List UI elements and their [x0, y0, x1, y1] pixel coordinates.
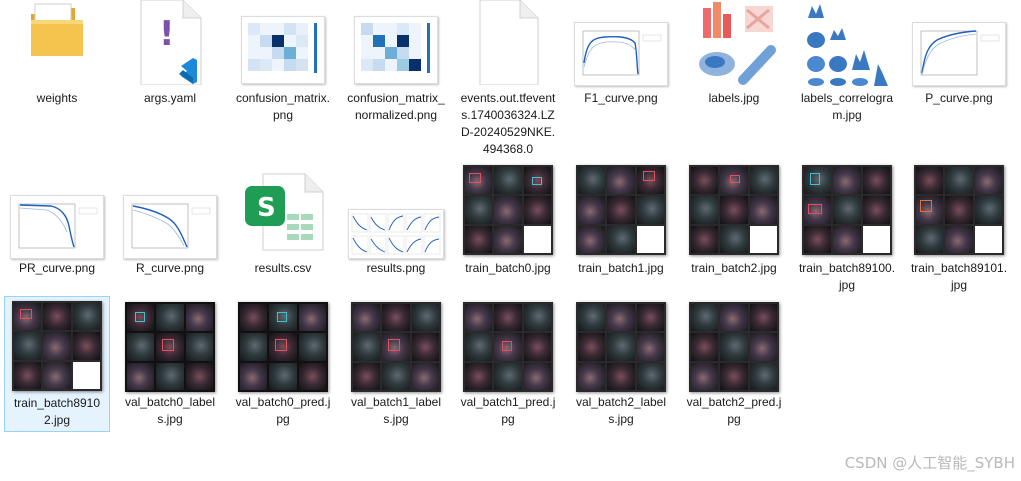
- file-item-pr-curve[interactable]: PR_curve.png: [4, 165, 110, 285]
- file-name: val_batch2_labels.jpg: [575, 395, 667, 426]
- file-name: train_batch2.jpg: [691, 261, 777, 275]
- image-thumbnail: [576, 302, 666, 392]
- file-name: F1_curve.png: [584, 91, 658, 105]
- image-thumbnail: [463, 302, 553, 392]
- image-thumbnail: [125, 302, 215, 392]
- image-thumbnail: [351, 302, 441, 392]
- file-item-r-curve[interactable]: R_curve.png: [117, 165, 223, 285]
- blank-file-icon: [476, 0, 540, 85]
- p-curve-thumbnail: [912, 22, 1006, 86]
- folder-icon: [27, 0, 87, 60]
- spreadsheet-icon: S: [241, 170, 325, 254]
- file-item-labels[interactable]: labels.jpg: [681, 0, 787, 150]
- file-name: val_batch1_labels.jpg: [350, 395, 442, 426]
- results-thumbnail: [348, 209, 444, 259]
- file-item-results-png[interactable]: results.png: [343, 165, 449, 285]
- pr-curve-thumbnail: [10, 195, 104, 259]
- labels-correlogram-thumbnail: [804, 0, 890, 86]
- file-name: results.csv: [254, 261, 312, 275]
- file-icon: !: [135, 0, 205, 85]
- file-item-train-batch0[interactable]: train_batch0.jpg: [455, 165, 561, 285]
- image-thumbnail: [463, 165, 553, 255]
- file-name: train_batch1.jpg: [578, 261, 664, 275]
- file-name: val_batch2_pred.jpg: [686, 395, 782, 426]
- file-name: PR_curve.png: [18, 261, 96, 275]
- file-item-labels-correlogram[interactable]: labels_correlogram.jpg: [794, 0, 900, 150]
- image-thumbnail: [689, 165, 779, 255]
- file-item-val-batch2-labels[interactable]: val_batch2_labels.jpg: [568, 296, 674, 432]
- file-name: R_curve.png: [135, 261, 205, 275]
- file-item-results-csv[interactable]: S results.csv: [230, 165, 336, 285]
- file-name: labels.jpg: [708, 91, 760, 105]
- file-item-train-batch89101[interactable]: train_batch89101.jpg: [906, 165, 1012, 300]
- file-item-val-batch2-pred[interactable]: val_batch2_pred.jpg: [681, 296, 787, 432]
- file-name: train_batch89100.jpg: [798, 261, 896, 292]
- confusion-matrix-normalized-thumbnail: [354, 16, 438, 84]
- image-thumbnail: [576, 165, 666, 255]
- file-name: args.yaml: [143, 91, 196, 105]
- spreadsheet-icon-letter: S: [257, 193, 276, 223]
- file-name: val_batch0_labels.jpg: [124, 395, 216, 426]
- file-item-confusion-matrix-normalized[interactable]: confusion_matrix_normalized.png: [343, 0, 449, 150]
- file-name: val_batch0_pred.jpg: [235, 395, 331, 426]
- file-item-weights[interactable]: weights: [4, 0, 110, 150]
- file-name: P_curve.png: [925, 91, 993, 105]
- file-name: labels_correlogram.jpg: [800, 91, 894, 122]
- file-item-train-batch89100[interactable]: train_batch89100.jpg: [794, 165, 900, 300]
- file-name: events.out.tfevents.1740036324.LZD-20240…: [460, 91, 556, 156]
- image-thumbnail: [689, 302, 779, 392]
- file-item-train-batch2[interactable]: train_batch2.jpg: [681, 165, 787, 285]
- file-item-p-curve[interactable]: P_curve.png: [906, 0, 1012, 150]
- file-item-args-yaml[interactable]: ! args.yaml: [117, 0, 223, 150]
- file-name: train_batch89102.jpg: [13, 396, 101, 427]
- file-name: results.png: [366, 261, 426, 275]
- file-item-val-batch1-labels[interactable]: val_batch1_labels.jpg: [343, 296, 449, 432]
- file-name: train_batch0.jpg: [465, 261, 551, 275]
- file-name: val_batch1_pred.jpg: [460, 395, 556, 426]
- r-curve-thumbnail: [123, 195, 217, 259]
- file-item-f1-curve[interactable]: F1_curve.png: [568, 0, 674, 150]
- f1-curve-thumbnail: [574, 22, 668, 86]
- file-item-val-batch0-labels[interactable]: val_batch0_labels.jpg: [117, 296, 223, 432]
- confusion-matrix-thumbnail: [241, 16, 325, 84]
- image-thumbnail: [802, 165, 892, 255]
- file-name: train_batch89101.jpg: [910, 261, 1008, 292]
- file-item-events-tfevents[interactable]: events.out.tfevents.1740036324.LZD-20240…: [455, 0, 561, 160]
- image-thumbnail: [914, 165, 1004, 255]
- watermark: CSDN @人工智能_SYBH: [844, 454, 1015, 472]
- image-thumbnail: [12, 301, 102, 391]
- file-name: confusion_matrix_normalized.png: [347, 91, 445, 122]
- file-item-confusion-matrix[interactable]: confusion_matrix.png: [230, 0, 336, 150]
- svg-text:!: !: [159, 14, 175, 54]
- file-item-val-batch0-pred[interactable]: val_batch0_pred.jpg: [230, 296, 336, 432]
- file-item-val-batch1-pred[interactable]: val_batch1_pred.jpg: [455, 296, 561, 432]
- labels-thumbnail: [689, 0, 779, 88]
- file-name: weights: [36, 91, 78, 105]
- file-name: confusion_matrix.png: [235, 91, 331, 122]
- file-item-train-batch1[interactable]: train_batch1.jpg: [568, 165, 674, 285]
- image-thumbnail: [238, 302, 328, 392]
- file-item-train-batch89102[interactable]: train_batch89102.jpg: [4, 296, 110, 432]
